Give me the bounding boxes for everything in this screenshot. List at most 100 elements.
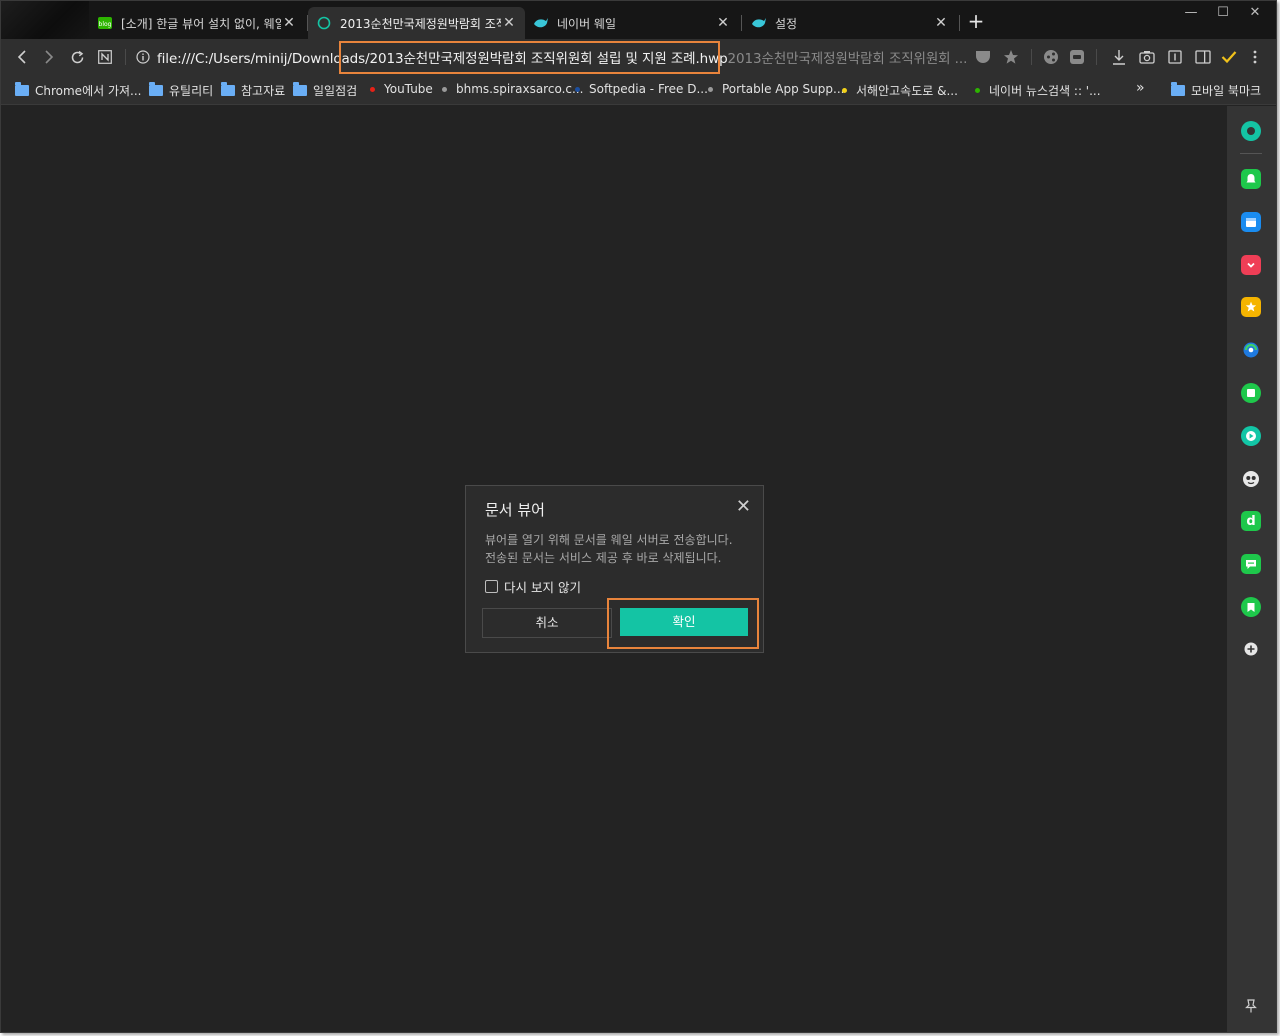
dont-show-again-option[interactable]: 다시 보지 않기 — [485, 577, 581, 596]
bookmark-label: 참고자료 — [241, 84, 286, 98]
loading-ring-icon — [316, 15, 332, 31]
extension-icon[interactable] — [1067, 47, 1087, 67]
tab-active-document[interactable]: 2013순천만국제정원박람회 조직 ✕ — [308, 7, 525, 39]
dialog-message-line: 전송된 문서는 서비스 제공 후 바로 삭제됩니다. — [485, 551, 722, 565]
pin-icon[interactable] — [1241, 996, 1261, 1016]
new-tab-button[interactable]: + — [966, 11, 986, 31]
close-tab-icon[interactable]: ✕ — [501, 15, 517, 31]
add-icon[interactable] — [1241, 639, 1261, 659]
bookmark-icon[interactable] — [1241, 597, 1261, 617]
folder-icon — [149, 82, 163, 96]
bookmark-label: 유틸리티 — [169, 84, 214, 98]
alarm-icon[interactable] — [1241, 169, 1261, 189]
folder-icon — [293, 82, 307, 96]
tab-strip: blog [소개] 한글 뷰어 설치 없이, 웨일 ✕ 2013순천만국제정원박… — [1, 1, 1276, 39]
close-tab-icon[interactable]: ✕ — [281, 15, 297, 31]
bookmark-folder[interactable]: Chrome에서 가져... — [15, 82, 142, 99]
checkbox-label: 다시 보지 않기 — [504, 580, 581, 595]
tabstrip-decoration — [1, 1, 89, 39]
sidebar: d — [1227, 106, 1276, 1032]
bookmark-label: Chrome에서 가져... — [35, 84, 142, 98]
bookmark-folder[interactable]: 유틸리티 — [149, 82, 213, 99]
folder-icon — [221, 82, 235, 96]
bookmark-label: 일일점검 — [313, 84, 358, 98]
toolbar-separator — [125, 49, 126, 65]
bookmark-folder[interactable]: 일일점검 — [293, 82, 357, 99]
tab-title: 설정 — [775, 16, 798, 31]
minimize-button[interactable]: — — [1181, 5, 1201, 20]
bookmark-item[interactable]: YouTube — [368, 82, 433, 96]
close-icon[interactable]: ✕ — [736, 496, 751, 517]
capture-icon[interactable] — [1137, 47, 1157, 67]
close-tab-icon[interactable]: ✕ — [933, 15, 949, 31]
dont-show-again-checkbox[interactable] — [485, 580, 498, 593]
bookmark-label: 모바일 북마크 — [1191, 84, 1262, 98]
calendar-icon[interactable] — [1241, 212, 1261, 232]
tab-title: 네이버 웨일 — [557, 16, 617, 31]
site-info-icon[interactable] — [133, 47, 153, 67]
tab-hwp-intro[interactable]: blog [소개] 한글 뷰어 설치 없이, 웨일 ✕ — [89, 7, 305, 39]
svg-text:blog: blog — [99, 21, 112, 28]
site-icon — [708, 86, 713, 92]
url-suggestion: 2013순천만국제정원박람회 조직위원회 ... — [727, 51, 968, 67]
maximize-button[interactable]: ☐ — [1213, 5, 1233, 20]
tab-title: [소개] 한글 뷰어 설치 없이, 웨일 — [121, 16, 281, 31]
video-icon[interactable] — [1241, 426, 1261, 446]
papago-icon[interactable] — [1241, 469, 1261, 489]
bookmark-folder[interactable]: 참고자료 — [221, 82, 285, 99]
tab-separator — [959, 15, 960, 31]
mobile-bookmarks-folder[interactable]: 모바일 북마크 — [1171, 82, 1261, 99]
folder-icon — [15, 82, 29, 96]
download-icon[interactable] — [1109, 47, 1129, 67]
bookmark-item[interactable]: bhms.spiraxsarco.c... — [440, 82, 583, 96]
reader-mode-icon[interactable] — [1165, 47, 1185, 67]
toolbar-separator — [1096, 49, 1097, 65]
naver-blog-icon: blog — [97, 15, 113, 31]
whale-icon — [751, 15, 767, 31]
memo-icon[interactable] — [1241, 383, 1261, 403]
bookmarks-overflow-button[interactable]: » — [1136, 80, 1145, 96]
bookmark-label: bhms.spiraxsarco.c... — [456, 82, 584, 96]
close-window-button[interactable]: ✕ — [1245, 5, 1265, 20]
share-icon[interactable] — [1041, 47, 1061, 67]
back-button[interactable] — [12, 47, 32, 67]
bookmark-item[interactable]: 서해안고속도로 &... — [840, 82, 958, 99]
tab-separator — [741, 15, 742, 31]
favorites-icon[interactable] — [1241, 297, 1261, 317]
close-tab-icon[interactable]: ✕ — [715, 15, 731, 31]
bookmark-label: YouTube — [384, 82, 433, 96]
bookmark-label: Portable App Supp... — [722, 82, 845, 96]
menu-icon[interactable] — [1245, 47, 1265, 67]
browser-window: blog [소개] 한글 뷰어 설치 없이, 웨일 ✕ 2013순천만국제정원박… — [0, 0, 1277, 1033]
talk-icon[interactable] — [1241, 554, 1261, 574]
youtube-icon — [370, 86, 375, 92]
confirm-highlight-box — [607, 598, 759, 649]
bookmark-label: Softpedia - Free D... — [589, 82, 708, 96]
tab-naver-whale[interactable]: 네이버 웨일 ✕ — [525, 7, 739, 39]
forward-button[interactable] — [39, 47, 59, 67]
whale-icon — [533, 15, 549, 31]
site-icon — [842, 88, 847, 93]
bookmark-item[interactable]: Softpedia - Free D... — [573, 82, 708, 96]
dialog-message-line: 뷰어를 열기 위해 문서를 웨일 서버로 전송합니다. — [485, 533, 733, 547]
cancel-button[interactable]: 취소 — [482, 608, 612, 638]
url-prefix: file:///C:/Users/minij/Download — [157, 51, 359, 67]
translate-icon[interactable] — [1241, 340, 1261, 360]
bookmark-item[interactable]: 네이버 뉴스검색 :: '... — [973, 82, 1101, 99]
address-highlight-box — [339, 41, 720, 74]
reload-button[interactable] — [67, 47, 87, 67]
bookmark-star-icon[interactable] — [1001, 47, 1021, 67]
check-extension-icon[interactable] — [1219, 47, 1239, 67]
bookmark-label: 서해안고속도로 &... — [856, 84, 958, 98]
split-view-icon[interactable] — [1193, 47, 1213, 67]
bookmark-label: 네이버 뉴스검색 :: '... — [989, 84, 1101, 98]
sidebar-divider — [1240, 153, 1262, 154]
pocket-icon[interactable] — [1241, 255, 1261, 275]
pocket-save-icon[interactable] — [973, 47, 993, 67]
dictionary-icon[interactable]: d — [1241, 511, 1261, 531]
whale-space-icon[interactable] — [1241, 121, 1261, 141]
tab-settings[interactable]: 설정 ✕ — [743, 7, 957, 39]
bookmark-item[interactable]: Portable App Supp... — [706, 82, 844, 96]
tab-title: 2013순천만국제정원박람회 조직 — [340, 16, 501, 31]
naver-home-icon[interactable] — [95, 47, 115, 67]
